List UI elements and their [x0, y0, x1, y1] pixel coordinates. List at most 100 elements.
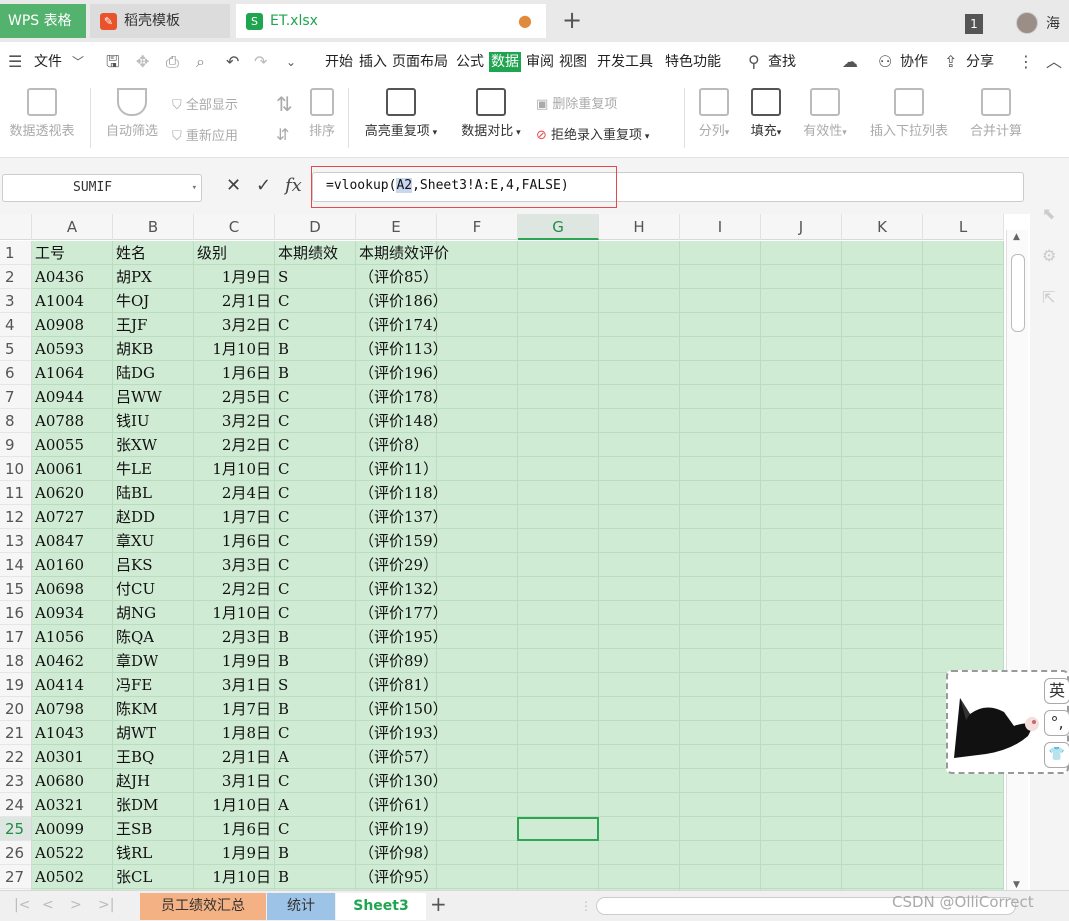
- cell[interactable]: A1004: [35, 289, 84, 313]
- share-icon[interactable]: ⇪: [944, 52, 957, 72]
- scroll-down-icon[interactable]: ▼: [1013, 880, 1020, 890]
- cell[interactable]: B: [278, 361, 289, 385]
- cell[interactable]: （评价150）: [359, 697, 448, 721]
- cell[interactable]: （评价11）: [359, 457, 438, 481]
- cell[interactable]: （评价193）: [359, 721, 448, 745]
- cell[interactable]: A0620: [35, 481, 84, 505]
- pivot-table-button[interactable]: 数据透视表: [4, 88, 80, 139]
- cell[interactable]: 胡WT: [116, 721, 156, 745]
- ime-language-toggle[interactable]: 英: [1044, 678, 1069, 704]
- cell[interactable]: 张DM: [116, 793, 158, 817]
- cell[interactable]: A0321: [35, 793, 84, 817]
- ime-punctuation-toggle[interactable]: °,: [1044, 710, 1069, 736]
- menu-home[interactable]: 开始: [325, 52, 353, 72]
- row-header[interactable]: 26: [0, 841, 31, 865]
- cancel-formula-icon[interactable]: ✕: [226, 176, 241, 196]
- cell[interactable]: A1056: [35, 625, 84, 649]
- cell[interactable]: 1月10日: [194, 601, 271, 625]
- cell[interactable]: C: [278, 721, 289, 745]
- show-all-button[interactable]: ⛉ 全部显示: [172, 94, 238, 113]
- cell[interactable]: A0908: [35, 313, 84, 337]
- cell[interactable]: A0680: [35, 769, 84, 793]
- cell[interactable]: （评价177）: [359, 601, 448, 625]
- column-header-b[interactable]: B: [113, 214, 194, 240]
- first-sheet-icon[interactable]: |<: [14, 897, 30, 913]
- cell[interactable]: B: [278, 865, 289, 889]
- row-header[interactable]: 19: [0, 673, 31, 697]
- row-header[interactable]: 6: [0, 361, 31, 385]
- row-header[interactable]: 22: [0, 745, 31, 769]
- cell[interactable]: 1月10日: [194, 793, 271, 817]
- active-cell-G25[interactable]: [517, 817, 599, 841]
- cell[interactable]: A0502: [35, 865, 84, 889]
- row-header[interactable]: 25: [0, 817, 31, 841]
- cell[interactable]: （评价57）: [359, 745, 438, 769]
- cell[interactable]: 1月10日: [194, 337, 271, 361]
- cell[interactable]: C: [278, 313, 289, 337]
- cell[interactable]: （评价159）: [359, 529, 448, 553]
- cell[interactable]: A0301: [35, 745, 84, 769]
- cell[interactable]: A1043: [35, 721, 84, 745]
- row-header[interactable]: 10: [0, 457, 31, 481]
- cell[interactable]: 赵JH: [116, 769, 150, 793]
- cell[interactable]: 1月6日: [194, 361, 271, 385]
- cell[interactable]: A0593: [35, 337, 84, 361]
- column-header-f[interactable]: F: [437, 214, 518, 240]
- insert-dropdown-list-button[interactable]: 插入下拉列表: [862, 88, 956, 139]
- cell[interactable]: 牛OJ: [116, 289, 149, 313]
- sheet-tab-statistics[interactable]: 统计: [267, 893, 335, 920]
- cell[interactable]: B: [278, 841, 289, 865]
- row-header[interactable]: 4: [0, 313, 31, 337]
- cell[interactable]: （评价137）: [359, 505, 448, 529]
- column-header-e[interactable]: E: [356, 214, 437, 240]
- ime-skin-icon[interactable]: 👕: [1044, 742, 1069, 768]
- row-header[interactable]: 7: [0, 385, 31, 409]
- collaborate-icon[interactable]: ⚇: [878, 52, 892, 72]
- properties-icon[interactable]: ⚙: [1042, 246, 1056, 265]
- row-header[interactable]: 3: [0, 289, 31, 313]
- cell[interactable]: 2月4日: [194, 481, 271, 505]
- cell[interactable]: 1月7日: [194, 697, 271, 721]
- row-header[interactable]: 15: [0, 577, 31, 601]
- cloud-sync-icon[interactable]: ☁: [842, 52, 858, 72]
- quick-access-dropdown-icon[interactable]: ⌄: [286, 52, 296, 72]
- row-header[interactable]: 16: [0, 601, 31, 625]
- cell[interactable]: A0944: [35, 385, 84, 409]
- cell[interactable]: 3月1日: [194, 769, 271, 793]
- window-counter-badge[interactable]: 1: [965, 14, 983, 34]
- cell[interactable]: 陈QA: [116, 625, 154, 649]
- insert-function-icon[interactable]: fx: [285, 176, 302, 196]
- cell-grid[interactable]: 工号 姓名 级别 本期绩效 本期绩效评价 A0436 胡PX 1月9日 S （评价85） A1004…: [32, 241, 1004, 890]
- more-options-icon[interactable]: ⋮: [1018, 52, 1034, 72]
- menu-file[interactable]: 文件: [34, 52, 62, 72]
- format-painter-icon[interactable]: ✥: [136, 52, 149, 72]
- cell[interactable]: C: [278, 289, 289, 313]
- row-header[interactable]: 20: [0, 697, 31, 721]
- cell[interactable]: （评价174）: [359, 313, 448, 337]
- cell[interactable]: 2月2日: [194, 577, 271, 601]
- cell[interactable]: （评价89）: [359, 649, 438, 673]
- cell[interactable]: 吕WW: [116, 385, 162, 409]
- name-box[interactable]: SUMIF ▾: [2, 174, 202, 202]
- cell[interactable]: （评价8）: [359, 433, 429, 457]
- cell[interactable]: 2月1日: [194, 289, 271, 313]
- scroll-up-icon[interactable]: ▲: [1013, 232, 1020, 242]
- cell[interactable]: 张XW: [116, 433, 157, 457]
- cell[interactable]: 2月1日: [194, 745, 271, 769]
- select-all-corner[interactable]: [0, 214, 32, 240]
- highlight-duplicates-button[interactable]: 高亮重复项 ▾: [356, 88, 446, 139]
- vertical-scrollbar[interactable]: ▲ ▼: [1006, 230, 1028, 894]
- fill-button[interactable]: 填充▾: [744, 88, 788, 139]
- split-column-button[interactable]: 分列▾: [692, 88, 736, 139]
- sort-desc-icon[interactable]: ⇵: [276, 125, 289, 144]
- menu-special[interactable]: 特色功能: [665, 52, 721, 72]
- cell[interactable]: （评价195）: [359, 625, 448, 649]
- cell[interactable]: 1月10日: [194, 457, 271, 481]
- data-validity-button[interactable]: 有效性▾: [796, 88, 854, 139]
- cell[interactable]: 1月9日: [194, 265, 271, 289]
- cell[interactable]: 3月1日: [194, 673, 271, 697]
- row-header[interactable]: 23: [0, 769, 31, 793]
- cell[interactable]: A0099: [35, 817, 84, 841]
- menu-collaborate[interactable]: 协作: [900, 52, 928, 72]
- cell[interactable]: （评价81）: [359, 673, 438, 697]
